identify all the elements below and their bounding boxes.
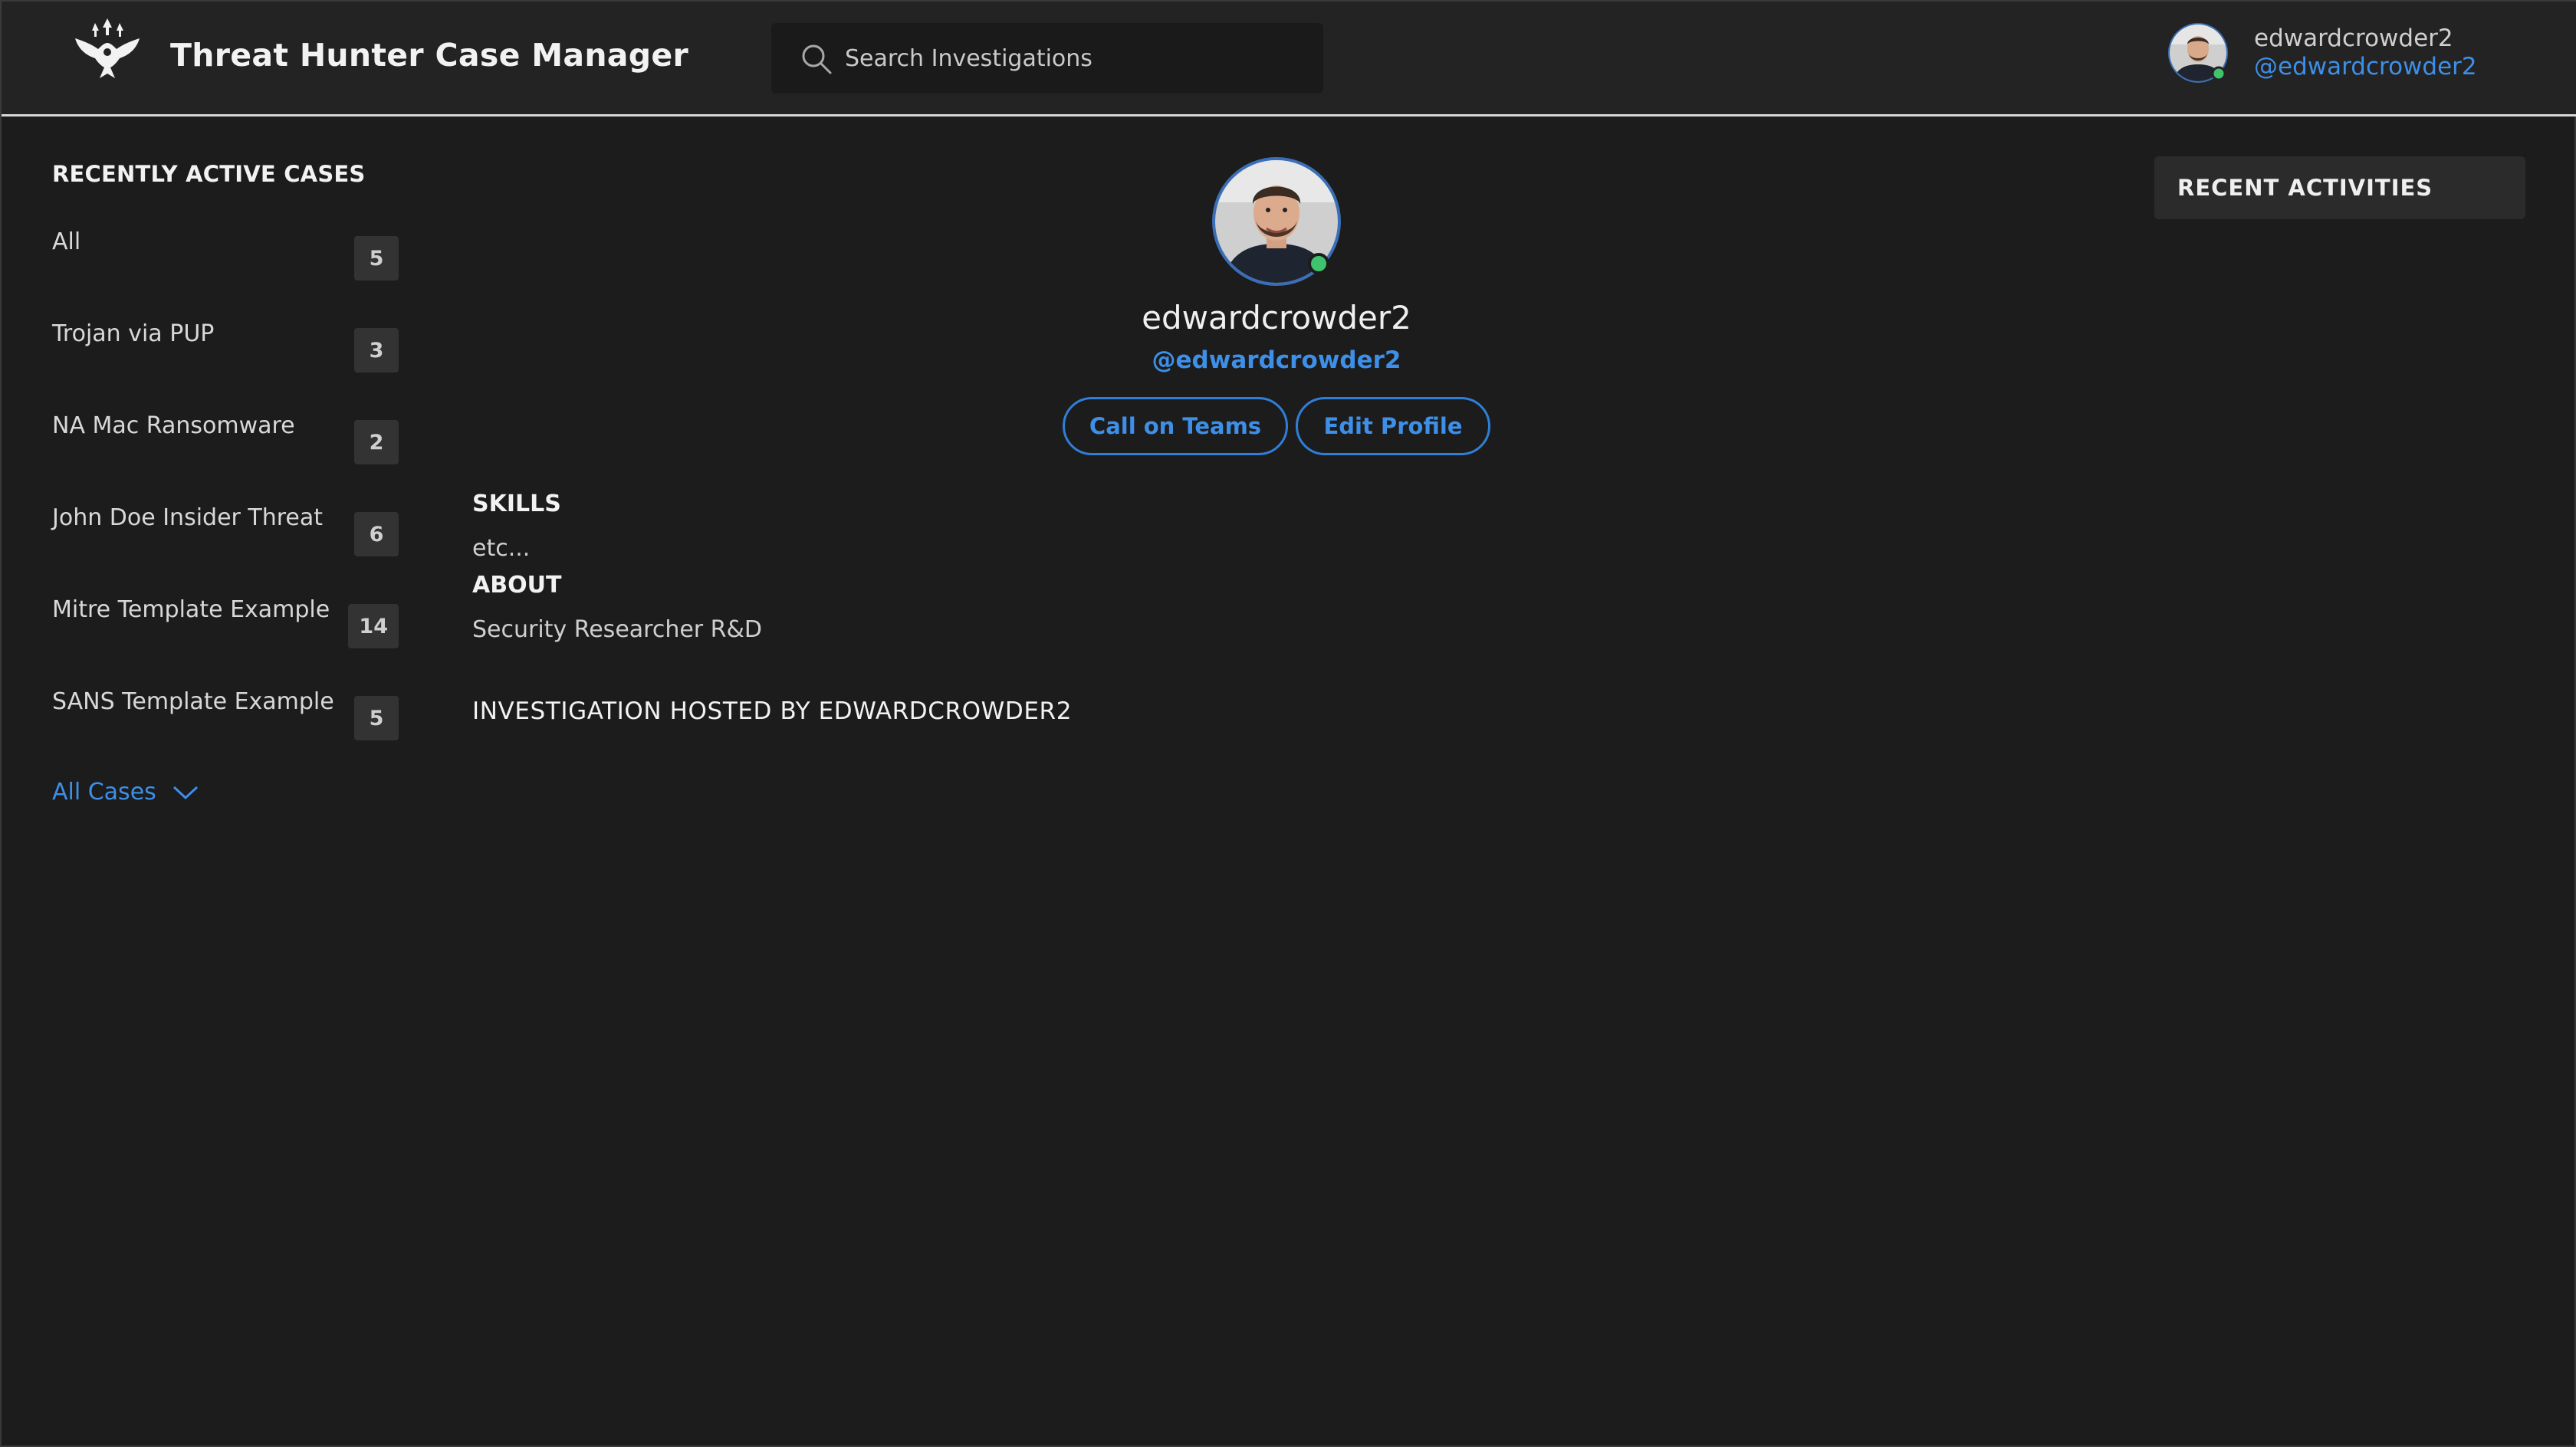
- case-item-trojan-via-pup[interactable]: Trojan via PUP 3: [52, 320, 399, 372]
- app-title: Threat Hunter Case Manager: [170, 37, 689, 74]
- profile-handle[interactable]: @edwardcrowder2: [1060, 346, 1493, 374]
- profile-name: edwardcrowder2: [1142, 299, 1411, 336]
- case-label: All: [52, 228, 81, 255]
- case-label: Trojan via PUP: [52, 320, 215, 347]
- top-bar: Threat Hunter Case Manager Search Invest…: [2, 2, 2576, 116]
- chevron-down-icon: [172, 786, 198, 799]
- search-bar[interactable]: [771, 23, 1323, 94]
- user-name: edwardcrowder2: [2254, 25, 2453, 52]
- app-window: Threat Hunter Case Manager Search Invest…: [0, 0, 2576, 1447]
- eagle-logo-icon[interactable]: [72, 15, 143, 83]
- case-label: NA Mac Ransomware: [52, 412, 295, 439]
- sidebar-title: RECENTLY ACTIVE CASES: [52, 161, 366, 187]
- skills-heading: SKILLS: [472, 491, 561, 517]
- case-count-badge: 14: [348, 604, 399, 648]
- case-count-badge: 2: [354, 420, 399, 464]
- user-menu[interactable]: edwardcrowder2 @edwardcrowder2: [2167, 18, 2519, 87]
- avatar[interactable]: [2167, 21, 2229, 84]
- about-text: Security Researcher R&D: [472, 616, 763, 643]
- case-item-sans-template-example[interactable]: SANS Template Example 5: [52, 688, 399, 740]
- user-handle[interactable]: @edwardcrowder2: [2254, 53, 2477, 80]
- skills-text: etc...: [472, 535, 531, 562]
- case-item-all[interactable]: All 5: [52, 228, 399, 281]
- profile-avatar: [1212, 157, 1341, 286]
- case-label: Mitre Template Example: [52, 596, 330, 623]
- case-count-badge: 5: [354, 696, 399, 740]
- case-item-na-mac-ransomware[interactable]: NA Mac Ransomware 2: [52, 412, 399, 464]
- case-label: John Doe Insider Threat: [52, 504, 324, 531]
- about-heading: ABOUT: [472, 572, 562, 599]
- edit-profile-button[interactable]: Edit Profile: [1296, 397, 1490, 455]
- investigation-heading: INVESTIGATION HOSTED BY EDWARDCROWDER2: [472, 697, 1073, 725]
- case-count-badge: 6: [354, 512, 399, 556]
- recent-activities-title: RECENT ACTIVITIES: [2177, 175, 2433, 201]
- recent-activities-panel: RECENT ACTIVITIES: [2154, 156, 2525, 219]
- case-item-mitre-template-example[interactable]: Mitre Template Example 14: [52, 596, 399, 648]
- all-cases-label: All Cases: [52, 779, 156, 806]
- all-cases-dropdown[interactable]: All Cases: [52, 779, 199, 806]
- call-on-teams-button[interactable]: Call on Teams: [1063, 397, 1288, 455]
- case-count-badge: 5: [354, 236, 399, 281]
- search-input[interactable]: [845, 23, 1305, 94]
- search-icon: [802, 44, 832, 74]
- case-label: SANS Template Example: [52, 688, 334, 715]
- case-count-badge: 3: [354, 328, 399, 372]
- case-item-john-doe-insider-threat[interactable]: John Doe Insider Threat 6: [52, 504, 399, 556]
